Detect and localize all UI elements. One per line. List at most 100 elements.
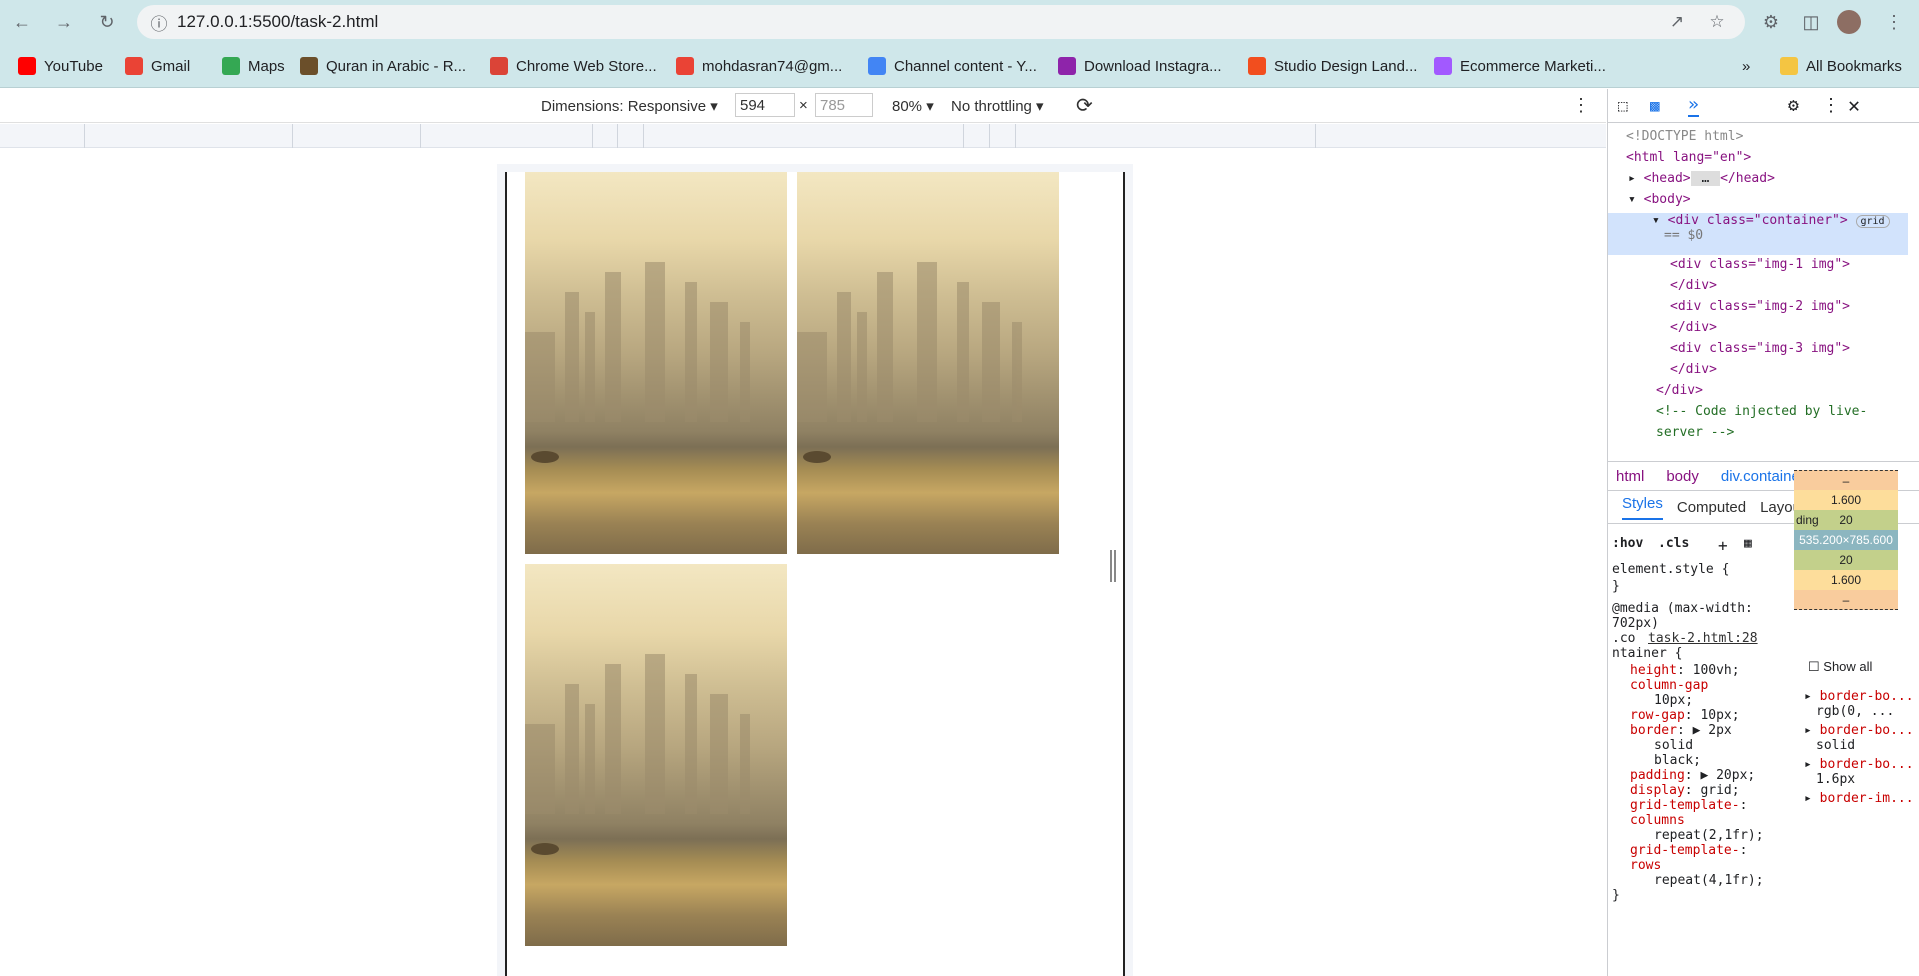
bookmark-item[interactable]: Channel content - Y... [868, 54, 1037, 78]
zoom-dropdown[interactable]: 80% ▾ [892, 97, 934, 115]
forward-icon[interactable]: → [50, 8, 78, 36]
computed-value: solid [1816, 738, 1856, 753]
img-1-close: </div> [1670, 278, 1717, 293]
rule-selector-b: ntainer { [1612, 646, 1683, 661]
cls-toggle[interactable]: .cls [1658, 536, 1689, 551]
settings-gear-icon[interactable]: ⚙ [1788, 95, 1799, 116]
bookmark-item[interactable]: Studio Design Land... [1248, 54, 1417, 78]
menu-kebab-icon[interactable]: ⋮ [1880, 8, 1908, 36]
height-input[interactable]: 785 [815, 93, 873, 117]
breadcrumb-body[interactable]: body [1666, 468, 1699, 485]
url-text: 127.0.0.1:5500/task-2.html [177, 12, 379, 31]
css-declaration[interactable]: height: 100vh; [1630, 663, 1740, 678]
show-all-checkbox[interactable]: ☐ Show all [1808, 659, 1872, 675]
box-margin-bottom: – [1794, 590, 1898, 610]
box-border-bottom: 1.600 [1794, 570, 1898, 590]
bookmark-label: Quran in Arabic - R... [326, 57, 467, 75]
css-declaration[interactable]: grid-template-: [1630, 843, 1747, 858]
css-declaration[interactable]: rows [1630, 858, 1661, 873]
all-bookmarks-label: All Bookmarks [1806, 57, 1902, 75]
computed-property[interactable]: ▸ border-bo... [1804, 723, 1914, 738]
css-declaration[interactable]: column-gap [1630, 678, 1708, 693]
css-declaration[interactable]: repeat(4,1fr); [1654, 873, 1764, 888]
css-declaration[interactable]: columns [1630, 813, 1685, 828]
tab-computed[interactable]: Computed [1677, 499, 1746, 516]
box-padding-bottom: 20 [1794, 550, 1898, 570]
css-declaration[interactable]: display: grid; [1630, 783, 1740, 798]
close-devtools-icon[interactable]: ✕ [1848, 93, 1860, 117]
img-1-node[interactable]: <div class="img-1 img"> [1670, 257, 1919, 272]
css-declaration[interactable]: black; [1654, 753, 1701, 768]
quran-icon [300, 57, 318, 75]
all-bookmarks[interactable]: All Bookmarks [1780, 54, 1902, 78]
rotate-icon[interactable]: ⟳ [1076, 93, 1093, 118]
profile-avatar[interactable] [1837, 10, 1861, 34]
bookmark-label: Download Instagra... [1084, 57, 1222, 75]
body-node[interactable]: ▾ <body> [1628, 192, 1918, 207]
computed-property[interactable]: ▸ border-bo... [1804, 757, 1914, 772]
devtools-menu-icon[interactable]: ⋮ [1822, 95, 1840, 116]
css-declaration[interactable]: repeat(2,1fr); [1654, 828, 1764, 843]
bookmark-star-icon[interactable]: ☆ [1707, 12, 1727, 32]
viewport-resize-handle[interactable] [1110, 550, 1116, 582]
rule-close: } [1612, 888, 1620, 903]
box-padding: ding 20 [1794, 510, 1898, 530]
box-margin: – [1794, 470, 1898, 490]
container-node-selected[interactable]: ▾ <div class="container"> grid == $0 [1608, 213, 1908, 255]
bookmark-item[interactable]: Download Instagra... [1058, 54, 1222, 78]
css-declaration[interactable]: grid-template-: [1630, 798, 1747, 813]
img-3-node[interactable]: <div class="img-3 img"> [1670, 341, 1919, 356]
css-declaration[interactable]: 10px; [1654, 693, 1693, 708]
figma-icon [1248, 57, 1266, 75]
reload-icon[interactable]: ↻ [93, 8, 121, 36]
more-options-icon[interactable]: ⋮ [1572, 95, 1590, 116]
bookmark-item[interactable]: mohdasran74@gm... [676, 54, 842, 78]
computed-property[interactable]: ▸ border-bo... [1804, 689, 1914, 704]
head-node[interactable]: ▸ <head> … </head> [1628, 171, 1918, 186]
gmail-icon [676, 57, 694, 75]
bookmark-item[interactable]: Maps [222, 54, 285, 78]
bookmark-item[interactable]: Ecommerce Marketi... [1434, 54, 1606, 78]
html-node[interactable]: <html lang="en"> [1626, 150, 1916, 165]
inspect-element-icon[interactable]: ⬚ [1618, 96, 1628, 115]
breadcrumb-container[interactable]: div.container [1721, 468, 1805, 485]
css-declaration[interactable]: solid [1654, 738, 1693, 753]
computed-property[interactable]: ▸ border-im... [1804, 791, 1914, 806]
css-declaration[interactable]: padding: ▶ 20px; [1630, 768, 1755, 783]
media-query-ruler[interactable] [0, 124, 1606, 148]
side-panel-icon[interactable]: ◫ [1797, 8, 1825, 36]
css-declaration[interactable]: row-gap: 10px; [1630, 708, 1740, 723]
bookmark-item[interactable]: YouTube [18, 54, 103, 78]
maps-icon [222, 57, 240, 75]
doctype-line[interactable]: <!DOCTYPE html> [1626, 129, 1916, 144]
devtools-panel: ⬚ ▩ » ⚙ ⋮ ✕ <!DOCTYPE html> <html lang="… [1607, 89, 1919, 976]
box-content: 535.200×785.600 [1794, 530, 1898, 550]
bookmark-label: Ecommerce Marketi... [1460, 57, 1606, 75]
back-icon[interactable]: ← [8, 8, 36, 36]
more-bookmarks-icon[interactable]: » [1742, 54, 1750, 78]
dimensions-dropdown[interactable]: Dimensions: Responsive ▾ [541, 97, 718, 115]
more-tabs-icon[interactable]: » [1688, 94, 1699, 117]
browser-toolbar: ← → ↻ ⓘ 127.0.0.1:5500/task-2.html ↗ ☆ ⚙… [0, 0, 1919, 44]
address-bar[interactable]: ⓘ 127.0.0.1:5500/task-2.html ↗ ☆ [137, 5, 1745, 39]
bookmark-item[interactable]: Gmail [125, 54, 190, 78]
width-input[interactable]: 594 [735, 93, 795, 117]
tab-styles[interactable]: Styles [1622, 495, 1663, 520]
rule-selector-a: .co [1612, 631, 1636, 646]
throttling-dropdown[interactable]: No throttling ▾ [951, 97, 1044, 115]
media-query-2: 702px) [1612, 616, 1659, 631]
add-rule-icon[interactable]: + [1718, 536, 1728, 555]
extensions-icon[interactable]: ⚙ [1757, 8, 1785, 36]
site-info-icon[interactable]: ⓘ [149, 12, 169, 34]
share-icon[interactable]: ↗ [1667, 12, 1687, 32]
img-2-node[interactable]: <div class="img-2 img"> [1670, 299, 1919, 314]
css-declaration[interactable]: border: ▶ 2px [1630, 723, 1732, 738]
hov-toggle[interactable]: :hov [1612, 536, 1643, 551]
grid-badge[interactable]: grid [1855, 215, 1890, 228]
breadcrumb-html[interactable]: html [1616, 468, 1644, 485]
bookmark-item[interactable]: Chrome Web Store... [490, 54, 657, 78]
rule-source-link[interactable]: task-2.html:28 [1648, 631, 1758, 646]
bookmark-item[interactable]: Quran in Arabic - R... [300, 54, 466, 78]
device-toggle-icon[interactable]: ▩ [1650, 96, 1660, 115]
paint-icon[interactable]: ▦ [1744, 536, 1752, 551]
